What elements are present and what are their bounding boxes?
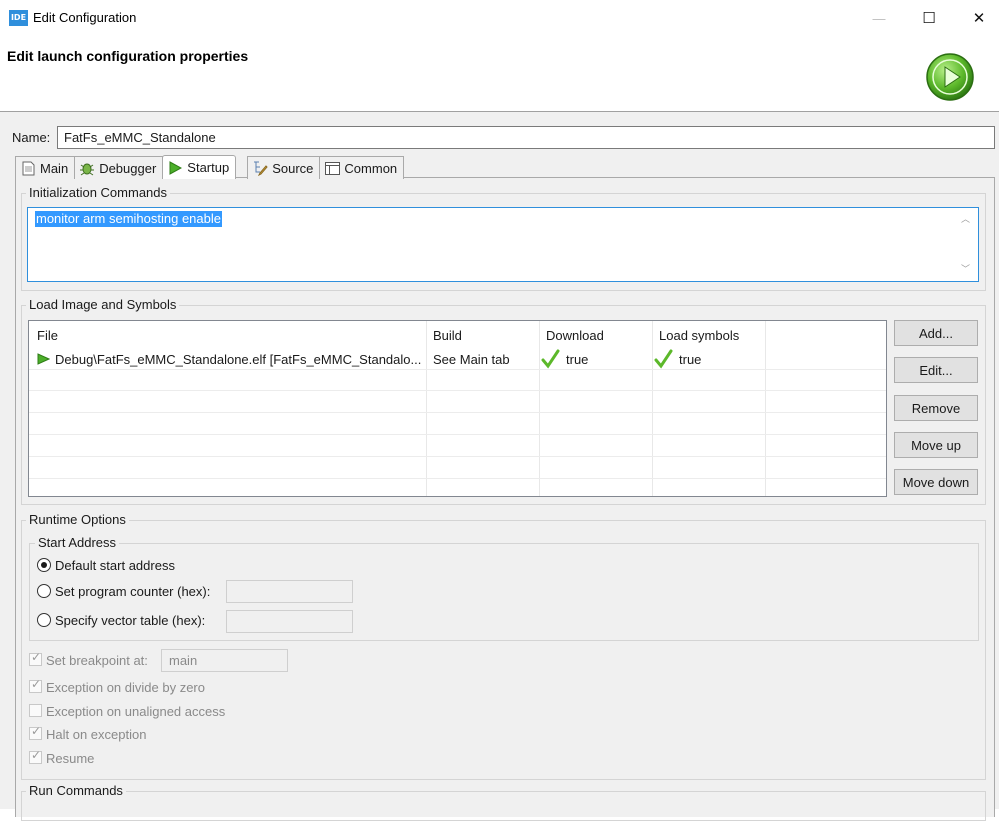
- play-icon: [167, 160, 183, 176]
- close-button[interactable]: ✕: [956, 0, 999, 36]
- file-cell: Debug\FatFs_eMMC_Standalone.elf [FatFs_e…: [55, 352, 422, 367]
- move-up-button[interactable]: Move up: [894, 432, 978, 458]
- checkmark-icon: [654, 349, 673, 369]
- set-program-counter-radio[interactable]: [37, 584, 51, 598]
- load-image-table[interactable]: File Build Download Load symbols Debug\F…: [28, 320, 887, 497]
- close-icon: ✕: [972, 10, 986, 27]
- source-icon: [252, 160, 268, 176]
- tab-label: Common: [344, 160, 398, 176]
- default-start-address-label: Default start address: [55, 558, 175, 573]
- minimize-button[interactable]: —: [856, 0, 902, 36]
- load-symbols-cell: true: [679, 352, 702, 367]
- document-icon: [20, 160, 36, 176]
- default-start-address-radio[interactable]: [37, 558, 51, 572]
- row-divider: [29, 456, 886, 457]
- tab-label: Startup: [187, 160, 230, 175]
- start-address-title: Start Address: [35, 535, 120, 550]
- bug-icon: [79, 160, 95, 176]
- unaligned-access-label: Exception on unaligned access: [46, 704, 226, 719]
- program-counter-field[interactable]: [226, 580, 353, 603]
- checkmark-icon: ✓: [31, 748, 42, 762]
- run-commands-title: Run Commands: [26, 783, 126, 798]
- checkmark-icon: [541, 349, 560, 369]
- table-row[interactable]: Debug\FatFs_eMMC_Standalone.elf [FatFs_e…: [29, 348, 886, 370]
- specify-vector-table-label: Specify vector table (hex):: [55, 613, 206, 628]
- maximize-icon: ☐: [922, 10, 936, 27]
- tab-label: Main: [40, 160, 69, 176]
- row-divider: [29, 412, 886, 413]
- set-program-counter-label: Set program counter (hex):: [55, 584, 211, 599]
- common-icon: [324, 160, 340, 176]
- vector-table-field[interactable]: [226, 610, 353, 633]
- init-commands-text: monitor arm semihosting enable: [35, 211, 222, 227]
- minimize-icon: —: [872, 10, 886, 26]
- row-divider: [29, 478, 886, 479]
- checkmark-icon: ✓: [31, 677, 42, 691]
- divide-by-zero-label: Exception on divide by zero: [46, 680, 205, 695]
- play-icon: [37, 353, 50, 365]
- halt-on-exception-checkbox[interactable]: ✓: [29, 724, 42, 740]
- run-launch-icon: [926, 53, 974, 101]
- column-header-download[interactable]: Download: [546, 328, 604, 343]
- tab-label: Debugger: [99, 160, 157, 176]
- edit-button[interactable]: Edit...: [894, 357, 978, 383]
- ide-app-icon: IDE: [9, 10, 28, 26]
- window-title: Edit Configuration: [33, 10, 137, 25]
- column-header-file[interactable]: File: [37, 328, 58, 343]
- column-header-build[interactable]: Build: [433, 328, 462, 343]
- tab-label: Source: [272, 160, 314, 176]
- tab-common[interactable]: Common: [319, 156, 405, 179]
- column-header-load-symbols[interactable]: Load symbols: [659, 328, 739, 343]
- maximize-button[interactable]: ☐: [906, 0, 952, 36]
- divide-by-zero-checkbox[interactable]: ✓: [29, 677, 42, 693]
- build-cell: See Main tab: [433, 352, 510, 367]
- row-divider: [29, 434, 886, 435]
- move-down-button[interactable]: Move down: [894, 469, 978, 495]
- remove-button[interactable]: Remove: [894, 395, 978, 421]
- tab-startup[interactable]: Startup: [162, 155, 237, 179]
- checkmark-icon: ✓: [31, 724, 42, 738]
- halt-on-exception-label: Halt on exception: [46, 727, 147, 742]
- name-label: Name:: [12, 130, 51, 145]
- set-breakpoint-checkbox[interactable]: ✓: [29, 650, 42, 666]
- tab-main[interactable]: Main: [15, 156, 76, 179]
- tab-bar: Main Debugger Startup Source Common: [15, 155, 405, 179]
- resume-checkbox[interactable]: ✓: [29, 748, 42, 764]
- load-image-title: Load Image and Symbols: [26, 297, 180, 312]
- tab-debugger[interactable]: Debugger: [74, 156, 164, 179]
- checkmark-icon: ✓: [31, 650, 42, 664]
- unaligned-access-checkbox[interactable]: [29, 704, 42, 717]
- scroll-down-icon[interactable]: ﹀: [961, 262, 970, 275]
- set-breakpoint-label: Set breakpoint at:: [46, 653, 148, 668]
- page-title: Edit launch configuration properties: [7, 48, 249, 64]
- init-commands-title: Initialization Commands: [26, 185, 171, 200]
- tab-source[interactable]: Source: [247, 156, 321, 179]
- run-commands-group: [21, 791, 986, 821]
- add-button[interactable]: Add...: [894, 320, 978, 346]
- name-field[interactable]: FatFs_eMMC_Standalone: [57, 126, 995, 149]
- scroll-up-icon[interactable]: ︿: [961, 212, 970, 225]
- specify-vector-table-radio[interactable]: [37, 613, 51, 627]
- breakpoint-field[interactable]: main: [161, 649, 288, 672]
- resume-label: Resume: [46, 751, 95, 766]
- row-divider: [29, 390, 886, 391]
- title-bar: IDE Edit Configuration — ☐ ✕: [0, 0, 999, 36]
- download-cell: true: [566, 352, 589, 367]
- runtime-options-title: Runtime Options: [26, 512, 129, 527]
